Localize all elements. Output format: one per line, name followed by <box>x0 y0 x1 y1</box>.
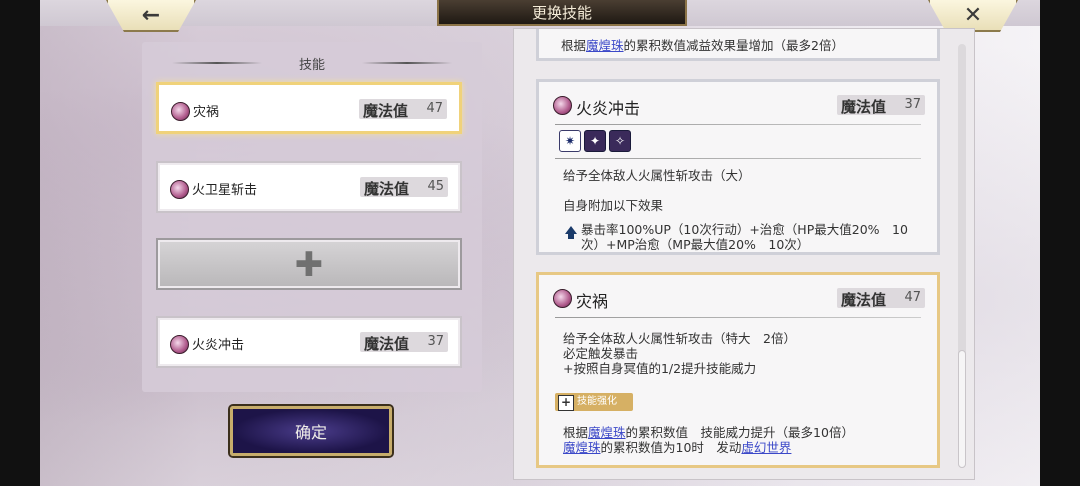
skill-boost-description: 根据魔煌珠的累积数值 技能威力提升（最多10倍） <box>563 425 854 440</box>
skill-list[interactable]: 根据魔煌珠的累积数值减益效果量增加（最多2倍） 火炎冲击 魔法值 37 ✷ ✦ ✧ … <box>513 28 975 480</box>
mp-value: 37 <box>904 97 921 112</box>
skill-name: 火炎冲击 <box>576 99 641 118</box>
skill-orb-icon <box>553 96 572 115</box>
skill-slot-4[interactable]: 火炎冲击 魔法值 37 <box>156 316 462 368</box>
skill-description: 根据魔煌珠的累积数值减益效果量增加（最多2倍） <box>561 38 844 53</box>
buff-description: 暴击率100%UP（10次行动）+治愈（HP最大值20% 10 <box>581 222 908 237</box>
scroll-thumb[interactable] <box>958 350 966 468</box>
mahuang-orb-link[interactable]: 魔煌珠 <box>563 440 601 455</box>
mp-cost: 魔法值 47 <box>359 99 447 120</box>
mp-label: 魔法值 <box>364 180 410 198</box>
skill-slot-1[interactable]: 灾祸 魔法值 47 <box>156 82 462 134</box>
page-title: 更换技能 <box>437 0 687 26</box>
mp-value: 47 <box>426 101 443 116</box>
skill-card-partial[interactable]: 根据魔煌珠的累积数值减益效果量增加（最多2倍） <box>536 29 940 61</box>
mp-value: 45 <box>427 179 444 194</box>
plus-icon: + <box>558 395 574 411</box>
skill-name: 灾祸 <box>576 292 609 311</box>
skill-card[interactable]: 火炎冲击 魔法值 37 ✷ ✦ ✧ 给予全体敌人火属性斩攻击（大） 自身附加以下效果… <box>536 79 940 255</box>
mp-cost: 魔法值 37 <box>360 332 448 353</box>
slash-element-icon: ✦ <box>584 130 606 152</box>
skill-description: 给予全体敌人火属性斩攻击（特大 2倍） <box>563 331 796 346</box>
skill-name: 灾祸 <box>193 105 220 120</box>
mp-label: 魔法值 <box>363 102 409 120</box>
skill-enhance-badge: + 技能强化 <box>555 393 633 411</box>
divider <box>555 317 921 318</box>
skill-name: 火卫星斩击 <box>192 183 258 198</box>
mp-value: 47 <box>904 290 921 305</box>
close-icon: ✕ <box>963 2 983 28</box>
skill-description: +按照自身冥值的1/2提升技能威力 <box>563 361 757 376</box>
divider <box>555 124 921 125</box>
skill-slot-empty[interactable]: ✚ <box>156 238 462 290</box>
mp-cost: 魔法值 45 <box>360 177 448 198</box>
divider <box>555 158 921 159</box>
skill-card-equipped[interactable]: 灾祸 魔法值 47 给予全体敌人火属性斩攻击（特大 2倍） 必定触发暴击 +按照… <box>536 272 940 468</box>
mp-cost: 魔法值 37 <box>837 95 925 116</box>
buff-description: 次）+MP治愈（MP最大值20% 10次） <box>581 237 810 252</box>
skill-description: 给予全体敌人火属性斩攻击（大） <box>563 168 751 183</box>
skill-name: 火炎冲击 <box>192 338 245 353</box>
skill-orb-icon <box>170 335 189 354</box>
mp-label: 魔法值 <box>841 98 887 116</box>
skill-orb-icon <box>170 180 189 199</box>
equipped-skills-panel: 技能 灾祸 魔法值 47 火卫星斩击 魔法值 45 ✚ 火炎冲击 魔法值 37 <box>142 42 482 392</box>
mahuang-orb-link[interactable]: 魔煌珠 <box>586 38 624 53</box>
skill-slot-2[interactable]: 火卫星斩击 魔法值 45 <box>156 161 462 213</box>
skill-description: 自身附加以下效果 <box>563 198 664 213</box>
confirm-button[interactable]: 确定 <box>230 406 392 456</box>
scrollbar[interactable] <box>958 44 966 468</box>
element-icons: ✷ ✦ ✧ <box>559 130 634 152</box>
mahuang-orb-link[interactable]: 魔煌珠 <box>588 425 626 440</box>
skill-trigger-description: 魔煌珠的累积数值为10时 发动虚幻世界 <box>563 440 792 455</box>
water-element-icon: ✷ <box>559 130 581 152</box>
mp-cost: 魔法值 47 <box>837 288 925 309</box>
magic-element-icon: ✧ <box>609 130 631 152</box>
mp-value: 37 <box>427 334 444 349</box>
buff-up-icon-stem <box>568 233 574 239</box>
skill-orb-icon <box>171 102 190 121</box>
header-ornament-right <box>362 62 452 64</box>
skill-description: 必定触发暴击 <box>563 346 639 361</box>
back-arrow-icon: ← <box>141 2 161 28</box>
add-skill-icon: ✚ <box>294 245 324 285</box>
mp-label: 魔法值 <box>841 291 887 309</box>
illusion-world-link[interactable]: 虚幻世界 <box>741 440 791 455</box>
mp-label: 魔法值 <box>364 335 410 353</box>
skill-orb-icon <box>553 289 572 308</box>
